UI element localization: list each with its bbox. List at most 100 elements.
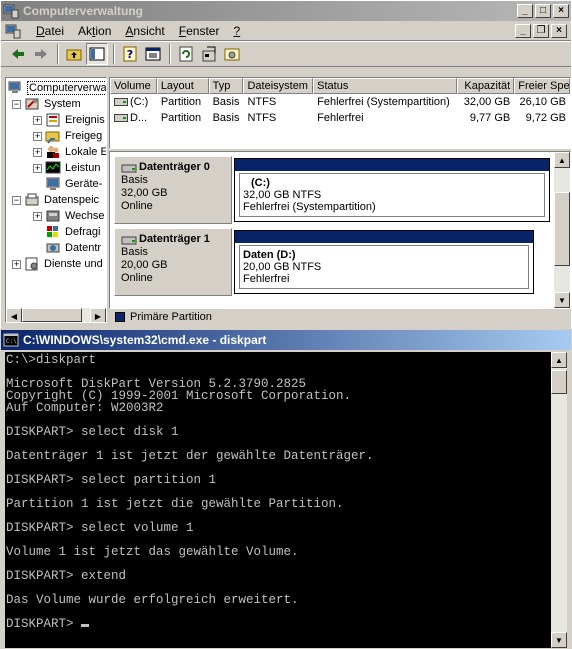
scroll-up-button[interactable]: ▲ bbox=[551, 352, 567, 368]
expand-toggle[interactable]: + bbox=[12, 259, 21, 269]
column-header-layout[interactable]: Layout bbox=[156, 78, 209, 94]
child-minimize-button[interactable]: _ bbox=[515, 24, 531, 38]
scroll-right-button[interactable]: ▶ bbox=[90, 308, 106, 322]
tree-item-wechselmedien[interactable]: + Wechse bbox=[33, 208, 106, 224]
disk-icon bbox=[121, 236, 137, 244]
cm-menu-bar: Datei Aktion Ansicht Fenster ? _ ❐ × bbox=[1, 21, 571, 41]
column-header-volume[interactable]: Volume bbox=[110, 78, 157, 94]
export-button[interactable] bbox=[198, 43, 220, 65]
console-scrollbar[interactable]: ▲ ▼ bbox=[551, 352, 567, 648]
partition-block[interactable]: Daten (D:) 20,00 GB NTFS Fehlerfrei bbox=[234, 230, 534, 294]
tree-item-freigegebene-ordner[interactable]: + Freigeg bbox=[33, 128, 103, 144]
disk-info[interactable]: Datenträger 1 Basis 20,00 GB Online bbox=[114, 228, 232, 296]
show-tree-button[interactable] bbox=[86, 43, 108, 65]
scroll-left-button[interactable]: ◀ bbox=[6, 308, 22, 322]
console-tree[interactable]: Computerverwa − System + Ereignis + Frei… bbox=[5, 77, 107, 323]
scroll-down-button[interactable]: ▼ bbox=[551, 632, 567, 648]
tree-label: Lokale E bbox=[65, 146, 107, 158]
computer-management-icon bbox=[3, 4, 19, 19]
collapse-toggle[interactable]: − bbox=[12, 99, 21, 109]
services-icon bbox=[25, 257, 38, 271]
help-button[interactable]: ? bbox=[119, 43, 141, 65]
tree-item-lokale-benutzer[interactable]: + Lokale E bbox=[33, 144, 107, 160]
menu-datei[interactable]: Datei bbox=[29, 24, 71, 38]
drive-icon bbox=[114, 98, 128, 106]
tree-item-datenspeicher[interactable]: − Datenspeic bbox=[12, 192, 100, 208]
settings-button[interactable] bbox=[221, 43, 243, 65]
scroll-down-button[interactable]: ▼ bbox=[554, 292, 570, 308]
expand-toggle[interactable]: + bbox=[33, 211, 42, 221]
volume-list-header: Volume Layout Typ Dateisystem Status Kap… bbox=[110, 78, 570, 94]
tree-label: System bbox=[44, 98, 81, 110]
tree-item-computerverwaltung[interactable]: Computerverwa bbox=[8, 80, 106, 96]
tree-item-defragmentierung[interactable]: Defragi bbox=[45, 224, 101, 240]
tree-horizontal-scrollbar[interactable]: ◀ ▶ bbox=[6, 308, 106, 322]
settings-icon bbox=[224, 48, 240, 61]
child-close-button[interactable]: × bbox=[551, 24, 567, 38]
storage-icon bbox=[25, 193, 39, 206]
tree-item-system[interactable]: − System bbox=[12, 96, 82, 112]
disk-row-1[interactable]: Datenträger 1 Basis 20,00 GB Online Date… bbox=[114, 228, 548, 296]
disk-info[interactable]: Datenträger 0 Basis 32,00 GB Online bbox=[114, 156, 232, 224]
menu-aktion[interactable]: Aktion bbox=[71, 24, 118, 38]
collapse-toggle[interactable]: − bbox=[12, 195, 21, 205]
volume-list[interactable]: Volume Layout Typ Dateisystem Status Kap… bbox=[109, 77, 571, 149]
table-row[interactable]: D... Partition Basis NTFS Fehlerfrei 9,7… bbox=[110, 110, 570, 126]
child-restore-button[interactable]: ❐ bbox=[533, 24, 549, 38]
console-line: C:\>diskpart bbox=[6, 353, 97, 367]
column-header-typ[interactable]: Typ bbox=[208, 78, 244, 94]
svg-text:?: ? bbox=[127, 48, 133, 61]
tree-label: Wechse bbox=[65, 210, 105, 222]
disk-view-scrollbar[interactable]: ▲ ▼ bbox=[554, 152, 570, 308]
disk-state: Online bbox=[121, 272, 153, 284]
table-row[interactable]: (C:) Partition Basis NTFS Fehlerfrei (Sy… bbox=[110, 94, 570, 110]
tree-label: Datentr bbox=[65, 242, 102, 254]
tree-item-datentraegerverwaltung[interactable]: Datentr bbox=[45, 240, 102, 256]
menu-fenster[interactable]: Fenster bbox=[172, 24, 227, 38]
cm-title-bar[interactable]: Computerverwaltung _ □ × bbox=[1, 1, 571, 21]
expand-toggle[interactable]: + bbox=[33, 163, 42, 173]
show-tree-icon bbox=[89, 47, 105, 61]
back-button[interactable] bbox=[7, 43, 29, 65]
maximize-button[interactable]: □ bbox=[535, 4, 551, 18]
expand-toggle[interactable]: + bbox=[33, 115, 42, 125]
partition-block[interactable]: (C:) 32,00 GB NTFS Fehlerfrei (Systempar… bbox=[234, 158, 550, 222]
tree-item-leistungsprotokolle[interactable]: + Leistun bbox=[33, 160, 101, 176]
tree-item-geraete-manager[interactable]: Geräte- bbox=[45, 176, 103, 192]
refresh-button[interactable] bbox=[175, 43, 197, 65]
disk-row-0[interactable]: Datenträger 0 Basis 32,00 GB Online (C:)… bbox=[114, 156, 550, 224]
minimize-button[interactable]: _ bbox=[517, 4, 533, 18]
column-header-kapazitaet[interactable]: Kapazität bbox=[457, 78, 515, 94]
menu-help[interactable]: ? bbox=[226, 24, 247, 38]
up-folder-icon bbox=[66, 49, 82, 61]
scroll-up-button[interactable]: ▲ bbox=[554, 152, 570, 168]
close-button[interactable]: × bbox=[553, 4, 569, 18]
up-button[interactable] bbox=[63, 43, 85, 65]
shared-folder-icon bbox=[45, 131, 60, 144]
scroll-thumb[interactable] bbox=[551, 370, 567, 394]
column-header-status[interactable]: Status bbox=[313, 78, 458, 94]
event-viewer-icon bbox=[46, 113, 60, 127]
disk-graphical-view[interactable]: Datenträger 0 Basis 32,00 GB Online (C:)… bbox=[109, 151, 571, 309]
menu-ansicht[interactable]: Ansicht bbox=[118, 24, 171, 38]
properties-button[interactable] bbox=[142, 43, 164, 65]
console-line: DISKPART> select volume 1 bbox=[6, 521, 194, 535]
column-header-freier-speicher[interactable]: Freier Spe bbox=[514, 78, 570, 94]
tree-label: Datenspeic bbox=[44, 194, 100, 206]
expand-toggle[interactable]: + bbox=[33, 147, 42, 157]
toolbar-separator bbox=[57, 44, 59, 64]
column-header-dateisystem[interactable]: Dateisystem bbox=[243, 78, 314, 94]
expand-toggle[interactable]: + bbox=[33, 131, 42, 141]
cm-window-title: Computerverwaltung bbox=[23, 4, 144, 18]
window-menu-icon[interactable] bbox=[5, 23, 21, 39]
computer-icon bbox=[8, 81, 21, 93]
help-icon: ? bbox=[123, 46, 137, 62]
tree-item-dienste-anwendungen[interactable]: + Dienste und bbox=[12, 256, 104, 272]
scroll-thumb[interactable] bbox=[554, 192, 570, 266]
forward-button[interactable] bbox=[30, 43, 52, 65]
svg-text:C:\: C:\ bbox=[6, 338, 17, 345]
tree-item-ereignisanzeige[interactable]: + Ereignis bbox=[33, 112, 106, 128]
cmd-title-bar[interactable]: C:\ C:\WINDOWS\system32\cmd.exe - diskpa… bbox=[1, 330, 571, 350]
console-output[interactable]: C:\>diskpart Microsoft DiskPart Version 5… bbox=[5, 352, 551, 648]
scroll-thumb[interactable] bbox=[22, 308, 82, 322]
